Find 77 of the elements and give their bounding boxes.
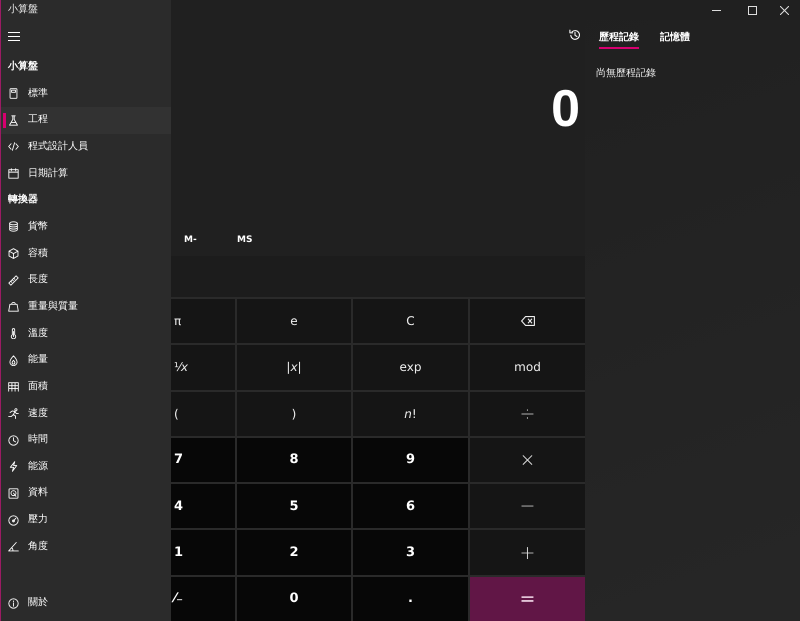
maximize-icon[interactable] (748, 6, 757, 14)
digit-key[interactable]: 3 (353, 530, 468, 575)
nav-item[interactable]: 容積 (1, 240, 171, 267)
digit-key[interactable]: . (353, 576, 468, 621)
grid-icon (8, 381, 19, 392)
clock-icon (8, 434, 19, 446)
function-key[interactable]: π (171, 299, 235, 344)
nav-item[interactable]: 工程 (1, 106, 171, 134)
runner-icon (8, 408, 19, 420)
hard-drive-icon (8, 488, 19, 499)
ruler-icon (8, 274, 19, 286)
section-heading: 轉換器 (8, 194, 38, 206)
digit-key[interactable]: 4 (171, 484, 235, 528)
digit-key[interactable]: 6 (353, 484, 468, 528)
nav-item[interactable]: 關於 (1, 590, 171, 616)
coin-stack-icon (8, 221, 19, 232)
nav-item[interactable]: 速度 (1, 400, 171, 427)
function-key[interactable]: n! (353, 392, 468, 436)
nav-item[interactable]: 能源 (1, 454, 171, 480)
droplet-icon (8, 354, 19, 366)
menu-icon[interactable] (8, 32, 20, 42)
angle-icon (8, 541, 19, 552)
weight-icon (8, 301, 19, 312)
digit-key[interactable]: 7 (171, 438, 235, 482)
cube-icon (8, 248, 19, 260)
nav-item[interactable]: 程式設計人員 (1, 134, 171, 160)
digit-key[interactable]: 5 (237, 484, 351, 528)
function-key[interactable]: ( (171, 392, 235, 436)
calculator-icon (8, 88, 19, 100)
operator-key[interactable]: × (470, 438, 585, 482)
calendar-icon (8, 168, 19, 180)
digit-key[interactable]: 9 (353, 438, 468, 482)
history-tab[interactable]: 記憶體 (660, 32, 690, 49)
nav-item[interactable]: 貨幣 (1, 214, 171, 240)
digit-key[interactable]: ⁄₋ (171, 576, 235, 621)
memory-button[interactable]: MS (237, 232, 252, 248)
memory-button[interactable]: M- (184, 232, 197, 248)
close-icon[interactable] (780, 6, 789, 14)
function-key[interactable]: |x| (237, 345, 351, 390)
gauge-icon (8, 514, 19, 526)
nav-item[interactable]: 標準 (1, 80, 171, 107)
function-key[interactable]: exp (353, 345, 468, 390)
history-icon[interactable] (569, 29, 581, 41)
code-icon (8, 141, 19, 152)
nav-item[interactable]: 時間 (1, 426, 171, 454)
history-tab[interactable]: 歷程記錄 (599, 32, 639, 49)
function-key[interactable]: C (353, 299, 468, 344)
nav-item[interactable]: 能量 (1, 346, 171, 374)
nav-item[interactable]: 面積 (1, 374, 171, 400)
window-title: 小算盤 (8, 4, 38, 16)
digit-key[interactable]: 2 (237, 530, 351, 575)
digit-key[interactable]: 1 (171, 530, 235, 575)
nav-item[interactable]: 長度 (1, 266, 171, 294)
function-key[interactable]: e (237, 299, 351, 344)
nav-item[interactable]: 重量與質量 (1, 294, 171, 320)
lightning-bolt-icon (8, 461, 19, 472)
digit-key[interactable]: 0 (237, 576, 351, 621)
nav-item[interactable]: 日期計算 (1, 160, 171, 187)
thermometer-icon (8, 328, 19, 340)
function-key[interactable]: ) (237, 392, 351, 436)
display-value: 0 (551, 83, 580, 135)
nav-item[interactable]: 壓力 (1, 506, 171, 534)
function-key[interactable]: ¹⁄x (171, 345, 235, 390)
flask-icon (8, 114, 19, 126)
operator-key[interactable]: ÷ (470, 392, 585, 436)
operator-key[interactable]: + (470, 530, 585, 575)
equals-key[interactable]: = (470, 576, 585, 621)
digit-key[interactable]: 8 (237, 438, 351, 482)
nav-item[interactable]: 資料 (1, 480, 171, 507)
info-icon (8, 598, 19, 609)
nav-item[interactable]: 角度 (1, 533, 171, 560)
backspace-icon (520, 316, 534, 326)
section-heading: 小算盤 (8, 60, 38, 73)
empty-history-message: 尚無歷程記錄 (596, 68, 656, 80)
function-key[interactable]: mod (470, 345, 585, 390)
operator-key[interactable]: − (470, 484, 585, 528)
nav-item[interactable]: 溫度 (1, 320, 171, 347)
